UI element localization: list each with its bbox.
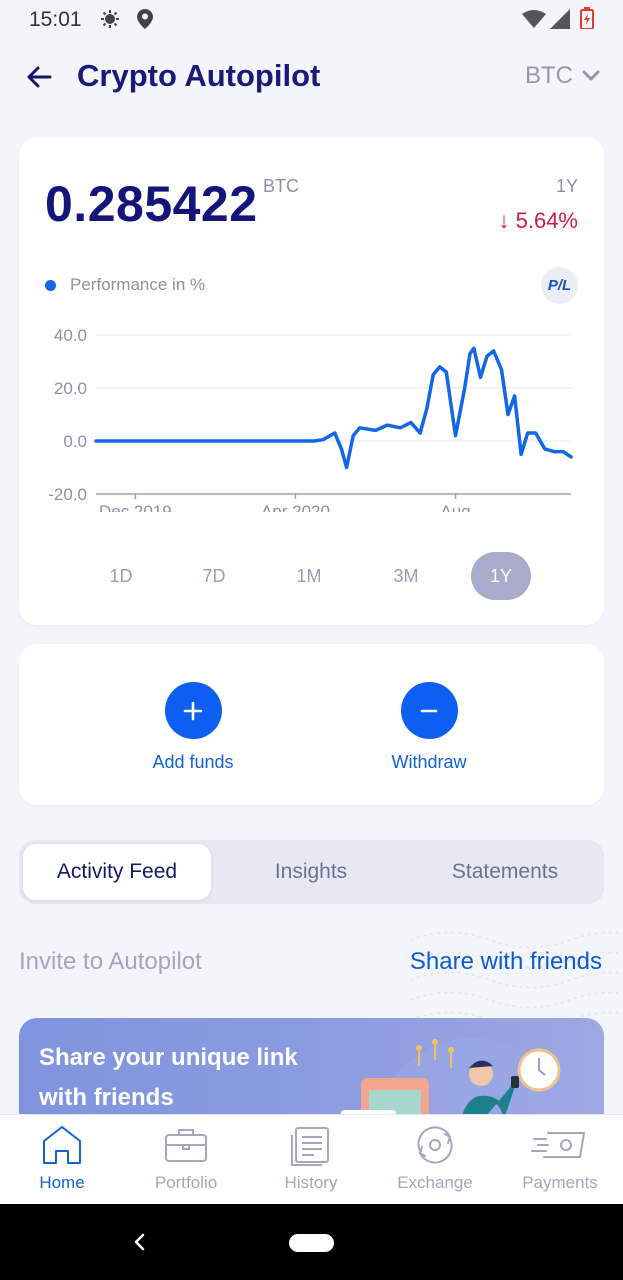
performance-change: ↓ 5.64% <box>498 208 579 233</box>
chart-legend: Performance in % <box>45 275 205 295</box>
wifi-icon <box>522 10 546 33</box>
balance-unit: BTC <box>263 176 299 196</box>
x-tick-label: Aug <box>440 502 470 512</box>
feed-tabs: Activity Feed Insights Statements <box>19 840 604 904</box>
add-funds-circle[interactable] <box>164 682 222 739</box>
nav-home[interactable]: Home <box>0 1115 124 1205</box>
nav-exchange[interactable]: Exchange <box>373 1115 497 1205</box>
location-icon <box>137 9 153 34</box>
battery-icon <box>580 7 594 34</box>
y-tick-label: 0.0 <box>63 432 87 451</box>
range-tab-3m[interactable]: 3M <box>376 552 436 600</box>
back-button[interactable] <box>22 60 56 94</box>
x-tick-label: Dec 2019 <box>99 502 172 512</box>
nav-portfolio-label: Portfolio <box>154 1173 218 1192</box>
nav-payments[interactable]: Payments <box>498 1115 622 1205</box>
signal-icon <box>550 9 570 34</box>
chevron-down-icon <box>582 70 600 81</box>
invite-label: Invite to Autopilot <box>19 948 202 975</box>
history-document-icon <box>291 1127 329 1166</box>
legend-dot <box>45 279 56 291</box>
home-icon <box>43 1126 81 1164</box>
system-home-pill[interactable] <box>289 1234 334 1252</box>
currency-select[interactable]: BTC <box>525 62 601 90</box>
plus-icon <box>183 701 203 720</box>
pl-toggle-button[interactable]: P/L <box>541 267 578 304</box>
currency-value: BTC <box>525 62 573 89</box>
nav-payments-label: Payments <box>522 1173 598 1192</box>
page-title: Crypto Autopilot <box>77 58 321 93</box>
tab-insights[interactable]: Insights <box>217 844 405 900</box>
range-tab-1y[interactable]: 1Y <box>471 552 531 600</box>
y-tick-label: 40.0 <box>54 326 87 345</box>
system-back-icon[interactable] <box>128 1230 152 1254</box>
invite-row: Invite to Autopilot Share with friends <box>19 948 604 984</box>
period-label: 1Y <box>555 176 578 196</box>
arrow-left-icon <box>27 66 52 88</box>
balance-card: 0.285422 BTC 1Y ↓ 5.64% Performance in %… <box>19 137 604 625</box>
range-tab-1d[interactable]: 1D <box>91 552 151 600</box>
range-tab-1m[interactable]: 1M <box>279 552 339 600</box>
app-header: Crypto Autopilot BTC <box>0 48 623 108</box>
system-navigation-bar <box>0 1204 623 1280</box>
performance-line <box>94 346 573 470</box>
range-tab-7d[interactable]: 7D <box>184 552 244 600</box>
nav-history[interactable]: History <box>249 1115 373 1205</box>
range-tabs: 1D 7D 1M 3M 1Y <box>19 552 604 600</box>
nav-history-label: History <box>284 1173 338 1192</box>
y-tick-label: -20.0 <box>48 485 87 504</box>
tab-activity-feed[interactable]: Activity Feed <box>23 844 211 900</box>
balance-amount: 0.285422 <box>45 176 258 232</box>
status-bar: 15:01 <box>0 0 623 40</box>
payments-icon <box>531 1132 586 1158</box>
x-tick-label: Apr 2020 <box>261 502 330 512</box>
nav-portfolio[interactable]: Portfolio <box>124 1115 248 1205</box>
briefcase-icon <box>165 1129 207 1162</box>
withdraw-circle[interactable] <box>400 682 458 739</box>
nav-exchange-label: Exchange <box>397 1173 473 1192</box>
add-funds-label: Add funds <box>152 752 234 772</box>
withdraw-button[interactable]: Withdraw <box>349 682 509 773</box>
exchange-icon <box>417 1126 453 1164</box>
legend-label: Performance in % <box>70 275 206 294</box>
brightness-icon <box>100 9 120 34</box>
tab-statements[interactable]: Statements <box>411 844 599 900</box>
performance-chart: 40.0 20.0 0.0 -20.0 Dec 2019 Apr 2020 Aug <box>48 326 573 512</box>
add-funds-button[interactable]: Add funds <box>113 682 273 773</box>
bottom-nav: Home Portfolio History Exchange Payments <box>0 1114 623 1205</box>
withdraw-label: Withdraw <box>391 752 467 772</box>
actions-card: Add funds Withdraw <box>19 644 604 805</box>
status-time: 15:01 <box>29 8 82 31</box>
nav-home-label: Home <box>39 1173 85 1192</box>
promo-text: Share your unique link with friends <box>39 1044 298 1111</box>
share-with-friends-link[interactable]: Share with friends <box>410 948 602 976</box>
minus-icon <box>420 709 438 712</box>
y-tick-label: 20.0 <box>54 379 87 398</box>
